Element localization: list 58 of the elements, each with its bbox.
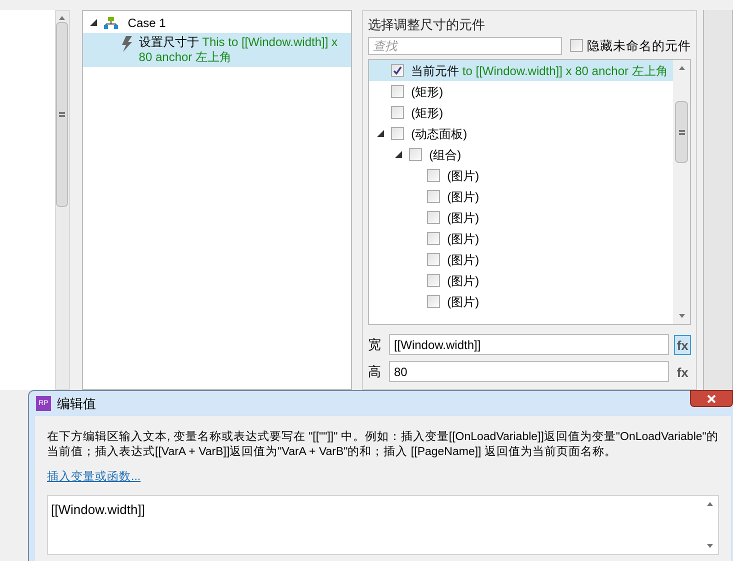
checkbox[interactable]	[427, 274, 440, 288]
expand-arrow-icon[interactable]	[377, 130, 384, 138]
checkbox[interactable]	[427, 232, 440, 246]
scroll-down-icon[interactable]	[706, 544, 712, 548]
checkbox-label: 隐藏未命名的元件	[587, 38, 692, 54]
checkbox[interactable]	[391, 64, 404, 78]
grip-icon	[59, 112, 66, 117]
tree-row[interactable]: (图片)	[369, 228, 674, 250]
expand-arrow-icon[interactable]	[90, 19, 97, 26]
checkbox[interactable]	[427, 253, 440, 266]
field-label: 宽	[368, 336, 382, 354]
checkbox[interactable]	[427, 295, 440, 308]
scrollbar[interactable]	[54, 10, 70, 390]
dialog-title: 编辑值	[57, 394, 96, 413]
tree-row[interactable]: (图片)	[369, 270, 674, 292]
fx-button[interactable]: fx	[674, 362, 692, 382]
case-icon	[104, 16, 118, 28]
scrollbar[interactable]	[673, 60, 690, 324]
checkbox[interactable]	[427, 190, 440, 204]
tree-row[interactable]: (图片)	[369, 207, 674, 228]
search-field[interactable]: 查找	[368, 36, 562, 55]
checkbox[interactable]	[391, 106, 404, 120]
checkbox[interactable]	[570, 39, 584, 52]
scroll-thumb[interactable]	[675, 101, 688, 164]
value-editor[interactable]: [[Window.width]]	[47, 495, 719, 556]
lightning-icon	[120, 36, 133, 52]
grip-icon	[678, 130, 685, 135]
insert-variable-link[interactable]: 插入变量或函数...	[47, 469, 141, 486]
field-label: 高	[368, 363, 382, 381]
fx-button[interactable]: fx	[674, 334, 692, 355]
tree-row[interactable]: (矩形)	[369, 81, 674, 102]
checkbox[interactable]	[391, 85, 404, 98]
case-label[interactable]: Case 1	[128, 14, 166, 32]
scroll-down-icon[interactable]	[678, 314, 685, 318]
tree-row[interactable]: (图片)	[369, 291, 674, 312]
scroll-thumb[interactable]	[56, 22, 68, 207]
checkbox[interactable]	[427, 169, 440, 182]
tree-row[interactable]: (动态面板)	[369, 123, 674, 144]
tree-row[interactable]: (图片)	[369, 249, 674, 270]
tree-row[interactable]: 当前元件 to [[Window.width]] x 80 anchor 左上角	[369, 60, 674, 82]
size-field[interactable]: [[Window.width]]	[388, 334, 670, 356]
expand-arrow-icon[interactable]	[395, 151, 402, 158]
tree-row[interactable]: (矩形)	[369, 102, 674, 124]
scroll-up-icon[interactable]	[678, 66, 685, 70]
scroll-up-icon[interactable]	[706, 502, 712, 506]
size-field[interactable]: 80	[388, 361, 670, 382]
tree-row[interactable]: (图片)	[369, 165, 674, 186]
tree-row[interactable]: (图片)	[369, 186, 674, 208]
checkbox[interactable]	[427, 211, 440, 224]
scroll-up-icon[interactable]	[59, 16, 66, 20]
instructions-text: 在下方编辑区输入文本, 变量名称或表达式要写在 "[[""]]" 中。例如：插入变量[[OnLoadVariable]]返回值为变量"OnLoadVariable"的当前值；插入表达式[[VarA + VarB]]返回值为"VarA + VarB"的和；插入 [[PageName]] 返回值为当前页面名称。	[47, 430, 719, 460]
checkbox[interactable]	[391, 127, 404, 140]
close-icon	[707, 394, 716, 402]
close-button[interactable]	[690, 390, 733, 407]
action-row[interactable]: 设置尺寸于 This to [[Window.width]] x 80 anchor 左上角	[82, 33, 352, 67]
panel-title: 选择调整尺寸的元件	[368, 16, 486, 34]
checkbox[interactable]	[409, 148, 422, 162]
tree-row[interactable]: (组合)	[369, 144, 674, 166]
